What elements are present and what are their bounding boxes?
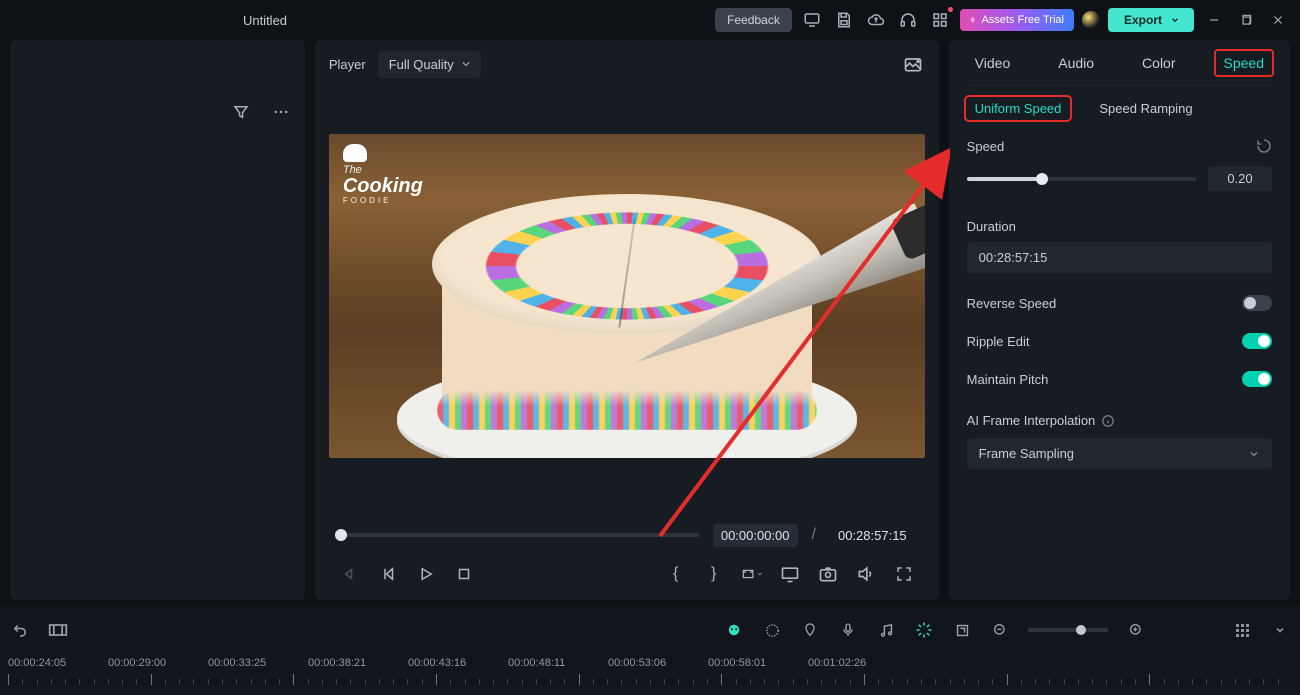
- chevron-down-icon[interactable]: [1270, 620, 1290, 640]
- timeline-ruler[interactable]: 00:00:24:0500:00:29:0000:00:33:2500:00:3…: [0, 653, 1300, 693]
- aspect-icon[interactable]: [741, 563, 763, 585]
- save-icon[interactable]: [832, 8, 856, 32]
- tab-speed[interactable]: Speed: [1216, 51, 1272, 75]
- user-avatar[interactable]: [1082, 11, 1100, 29]
- video-watermark: The Cooking FOODIE: [343, 144, 423, 205]
- apps-icon[interactable]: [928, 8, 952, 32]
- assets-trial-label: Assets Free Trial: [981, 14, 1064, 26]
- document-title: Untitled: [0, 13, 530, 28]
- subtab-uniform-speed[interactable]: Uniform Speed: [967, 98, 1070, 119]
- chevron-down-icon: [1248, 448, 1260, 460]
- music-icon[interactable]: [876, 620, 896, 640]
- mic-icon[interactable]: [838, 620, 858, 640]
- ai-interpolation-label: AI Frame Interpolation: [967, 413, 1096, 428]
- chevron-down-icon: [460, 58, 472, 70]
- window-restore-icon[interactable]: [1234, 8, 1258, 32]
- quality-select[interactable]: Full Quality: [378, 51, 481, 78]
- speed-value[interactable]: 0.20: [1208, 166, 1272, 191]
- ripple-edit-toggle[interactable]: [1242, 333, 1272, 349]
- assets-trial-button[interactable]: ♦ Assets Free Trial: [960, 9, 1074, 31]
- step-backward-button[interactable]: [377, 563, 399, 585]
- mark-in-icon[interactable]: {: [665, 563, 687, 585]
- more-icon[interactable]: [269, 100, 293, 124]
- zoom-in-icon[interactable]: [1126, 620, 1146, 640]
- play-button[interactable]: [415, 563, 437, 585]
- media-library-panel: [10, 40, 305, 600]
- player-progress[interactable]: [339, 533, 699, 537]
- display-icon[interactable]: [779, 563, 801, 585]
- current-time: 00:00:00:00: [713, 524, 798, 547]
- video-preview[interactable]: The Cooking FOODIE: [329, 134, 925, 458]
- duration-input[interactable]: 00:28:57:15: [967, 242, 1272, 273]
- quality-value: Full Quality: [389, 57, 454, 72]
- time-separator: /: [812, 526, 816, 544]
- crop-icon[interactable]: [952, 620, 972, 640]
- tab-video[interactable]: Video: [967, 51, 1019, 75]
- title-bar: Untitled Feedback ♦ Assets Free Trial Ex…: [0, 0, 1300, 40]
- ripple-edit-label: Ripple Edit: [967, 334, 1030, 349]
- stop-button[interactable]: [453, 563, 475, 585]
- color-wheel-icon[interactable]: [762, 620, 782, 640]
- export-button[interactable]: Export: [1108, 8, 1194, 32]
- filter-icon[interactable]: [229, 100, 253, 124]
- speed-slider[interactable]: [967, 177, 1196, 181]
- info-icon[interactable]: [1101, 414, 1115, 428]
- feedback-button[interactable]: Feedback: [715, 8, 792, 32]
- camera-icon[interactable]: [817, 563, 839, 585]
- speed-tool-icon[interactable]: [914, 620, 934, 640]
- ai-mode-value: Frame Sampling: [979, 446, 1074, 461]
- timeline-clip-icon[interactable]: [48, 620, 68, 640]
- properties-panel: Video Audio Color Speed Uniform Speed Sp…: [949, 40, 1290, 600]
- snapshot-icon[interactable]: [901, 52, 925, 76]
- maintain-pitch-toggle[interactable]: [1242, 371, 1272, 387]
- mark-out-icon[interactable]: }: [703, 563, 725, 585]
- window-minimize-icon[interactable]: [1202, 8, 1226, 32]
- reverse-speed-label: Reverse Speed: [967, 296, 1057, 311]
- timeline-zoom-slider[interactable]: [1028, 628, 1108, 632]
- zoom-out-icon[interactable]: [990, 620, 1010, 640]
- duration-label: Duration: [967, 219, 1272, 234]
- player-label: Player: [329, 57, 366, 72]
- gem-icon: ♦: [970, 14, 976, 26]
- total-time: 00:28:57:15: [830, 524, 915, 547]
- reset-speed-icon[interactable]: [1256, 138, 1272, 154]
- headphones-icon[interactable]: [896, 8, 920, 32]
- cloud-icon[interactable]: [864, 8, 888, 32]
- volume-icon[interactable]: [855, 563, 877, 585]
- tab-audio[interactable]: Audio: [1050, 51, 1102, 75]
- chevron-down-icon: [1170, 15, 1180, 25]
- fullscreen-icon[interactable]: [893, 563, 915, 585]
- maintain-pitch-label: Maintain Pitch: [967, 372, 1049, 387]
- timeline-ai-icon[interactable]: [724, 620, 744, 640]
- ai-mode-select[interactable]: Frame Sampling: [967, 438, 1272, 469]
- subtab-speed-ramping[interactable]: Speed Ramping: [1091, 98, 1200, 119]
- reverse-speed-toggle[interactable]: [1242, 295, 1272, 311]
- timeline-undo-icon[interactable]: [10, 620, 30, 640]
- prev-frame-button[interactable]: [339, 563, 361, 585]
- export-label: Export: [1124, 13, 1162, 27]
- tab-color[interactable]: Color: [1134, 51, 1183, 75]
- device-icon[interactable]: [800, 8, 824, 32]
- player-panel: Player Full Quality The Cooking FOODIE: [315, 40, 939, 600]
- speed-label: Speed: [967, 139, 1005, 154]
- window-close-icon[interactable]: [1266, 8, 1290, 32]
- timeline-area: 00:00:24:0500:00:29:0000:00:33:2500:00:3…: [0, 607, 1300, 695]
- grid-icon[interactable]: [1232, 620, 1252, 640]
- marker-icon[interactable]: [800, 620, 820, 640]
